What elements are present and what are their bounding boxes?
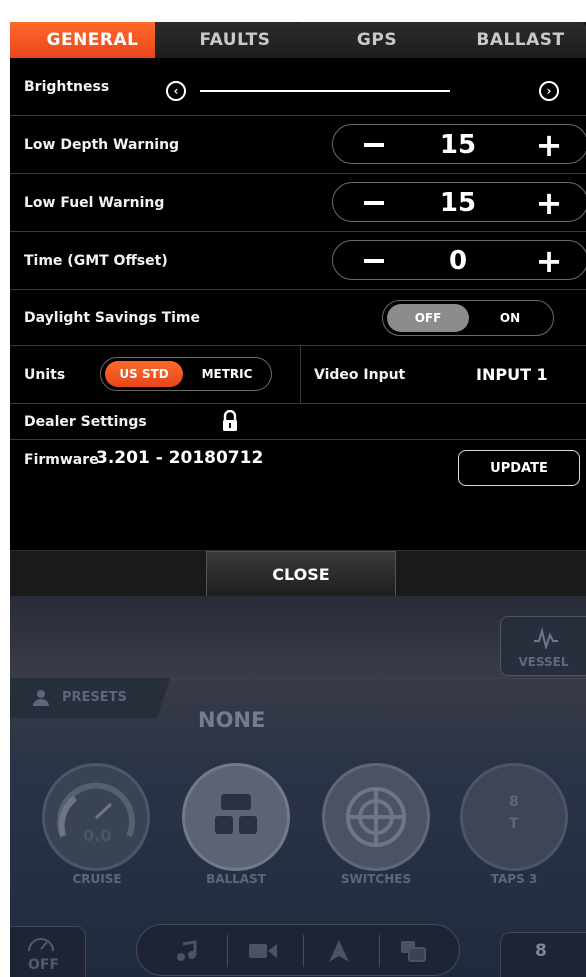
video-input-label: Video Input <box>314 366 406 383</box>
presets-label: PRESETS <box>62 690 127 705</box>
low-fuel-label: Low Fuel Warning <box>24 194 165 211</box>
ballast-gauge[interactable] <box>182 763 290 871</box>
low-depth-minus-button[interactable] <box>351 135 397 155</box>
time-offset-minus-button[interactable] <box>351 251 397 271</box>
switches-label: SWITCHES <box>340 872 412 886</box>
taps-inner-bottom: T <box>509 816 519 832</box>
navigation-arrow-icon <box>329 940 349 962</box>
tab-general[interactable]: GENERAL <box>10 22 175 58</box>
divider <box>300 346 301 404</box>
taps-label: TAPS 3 <box>490 872 538 886</box>
presets-button[interactable]: PRESETS <box>10 678 170 718</box>
taps-quick-label: 8 <box>535 941 547 961</box>
speedometer-icon <box>28 938 54 952</box>
tab-bar: GENERAL FAULTS GPS BALLAST <box>10 0 586 58</box>
chevron-right-icon: › <box>546 84 552 98</box>
brightness-slider[interactable] <box>200 90 450 92</box>
daylight-savings-label: Daylight Savings Time <box>24 309 200 326</box>
screens-button[interactable] <box>393 937 433 965</box>
screens-icon <box>401 941 426 962</box>
dashboard-background: VESSEL PRESETS NONE 0.0 CRUISE BALLAST S… <box>10 596 586 977</box>
firmware-row: Firmware 3.201 - 20180712 UPDATE <box>10 440 586 496</box>
brightness-row: Brightness ‹ › <box>10 58 586 116</box>
low-depth-value: 15 <box>439 130 477 160</box>
time-offset-value: 0 <box>448 246 468 276</box>
chevron-left-icon: ‹ <box>173 84 179 98</box>
settings-panel: Brightness ‹ › Low Depth Warning 15 + Lo… <box>10 58 586 550</box>
cruise-gauge[interactable]: 0.0 <box>42 763 150 871</box>
low-depth-plus-button[interactable]: + <box>529 126 569 164</box>
daylight-savings-toggle[interactable]: OFF ON <box>382 300 554 336</box>
plus-icon: + <box>535 242 563 280</box>
cruise-label: CRUISE <box>72 872 122 886</box>
minus-icon <box>364 259 384 263</box>
speedometer-icon <box>57 782 135 838</box>
daylight-savings-row: Daylight Savings Time OFF ON <box>10 290 586 346</box>
lock-icon[interactable] <box>222 409 238 436</box>
person-icon <box>33 690 49 706</box>
low-depth-stepper: 15 + <box>332 124 586 164</box>
update-button[interactable]: UPDATE <box>458 450 580 486</box>
music-note-icon <box>177 940 197 961</box>
minus-icon <box>364 201 384 205</box>
vessel-button[interactable]: VESSEL <box>500 616 586 676</box>
tab-ballast[interactable]: BALLAST <box>438 22 586 58</box>
video-input-value[interactable]: INPUT 1 <box>476 365 548 384</box>
units-row: Units US STD METRIC Video Input INPUT 1 <box>10 346 586 404</box>
minus-icon <box>364 143 384 147</box>
dealer-settings-label: Dealer Settings <box>24 413 147 430</box>
switches-gauge[interactable] <box>322 763 430 871</box>
time-offset-plus-button[interactable]: + <box>529 242 569 280</box>
video-camera-icon <box>249 944 277 958</box>
settings-screen: GENERAL FAULTS GPS BALLAST Brightness ‹ … <box>10 0 586 977</box>
navigation-button[interactable] <box>319 937 359 965</box>
daylight-off-option[interactable]: OFF <box>387 304 469 332</box>
low-fuel-plus-button[interactable]: + <box>529 184 569 222</box>
close-button[interactable]: CLOSE <box>206 551 396 597</box>
units-label: Units <box>24 366 66 383</box>
daylight-on-option[interactable]: ON <box>471 304 549 332</box>
preset-value: NONE <box>198 708 266 732</box>
switches-icon <box>346 787 406 847</box>
low-depth-row: Low Depth Warning 15 + <box>10 116 586 174</box>
vessel-label: VESSEL <box>518 655 569 669</box>
ballast-label: BALLAST <box>206 872 266 886</box>
low-fuel-row: Low Fuel Warning 15 + <box>10 174 586 232</box>
units-metric-option[interactable]: METRIC <box>187 361 267 387</box>
firmware-label: Firmware <box>24 452 99 468</box>
music-button[interactable] <box>167 937 207 965</box>
waveform-icon <box>534 627 558 649</box>
media-nav-bar <box>136 924 460 976</box>
tab-gps[interactable]: GPS <box>297 22 457 58</box>
low-fuel-stepper: 15 + <box>332 182 586 222</box>
ballast-tanks-icon <box>215 794 257 834</box>
time-offset-label: Time (GMT Offset) <box>24 252 168 269</box>
taps-quick-button[interactable]: 8 <box>500 932 586 977</box>
cruise-off-button[interactable]: OFF <box>10 926 86 977</box>
low-fuel-minus-button[interactable] <box>351 193 397 213</box>
dealer-settings-row[interactable]: Dealer Settings <box>10 404 586 440</box>
brightness-decrease-button[interactable]: ‹ <box>166 81 186 101</box>
brightness-increase-button[interactable]: › <box>539 81 559 101</box>
time-offset-row: Time (GMT Offset) 0 + <box>10 232 586 290</box>
taps-gauge[interactable]: 8 T <box>460 763 568 871</box>
cruise-value: 0.0 <box>83 826 112 845</box>
time-offset-stepper: 0 + <box>332 240 586 280</box>
firmware-version: 3.201 - 20180712 <box>96 448 264 468</box>
brightness-label: Brightness <box>24 78 110 95</box>
low-fuel-value: 15 <box>439 188 477 218</box>
units-toggle[interactable]: US STD METRIC <box>100 357 272 391</box>
plus-icon: + <box>535 126 563 164</box>
low-depth-label: Low Depth Warning <box>24 136 180 153</box>
camera-button[interactable] <box>243 937 283 965</box>
units-us-std-option[interactable]: US STD <box>105 361 183 387</box>
cruise-off-label: OFF <box>28 957 60 973</box>
close-bar: CLOSE <box>10 550 586 597</box>
plus-icon: + <box>535 184 563 222</box>
taps-inner-top: 8 <box>509 794 519 810</box>
tab-faults[interactable]: FAULTS <box>155 22 315 58</box>
